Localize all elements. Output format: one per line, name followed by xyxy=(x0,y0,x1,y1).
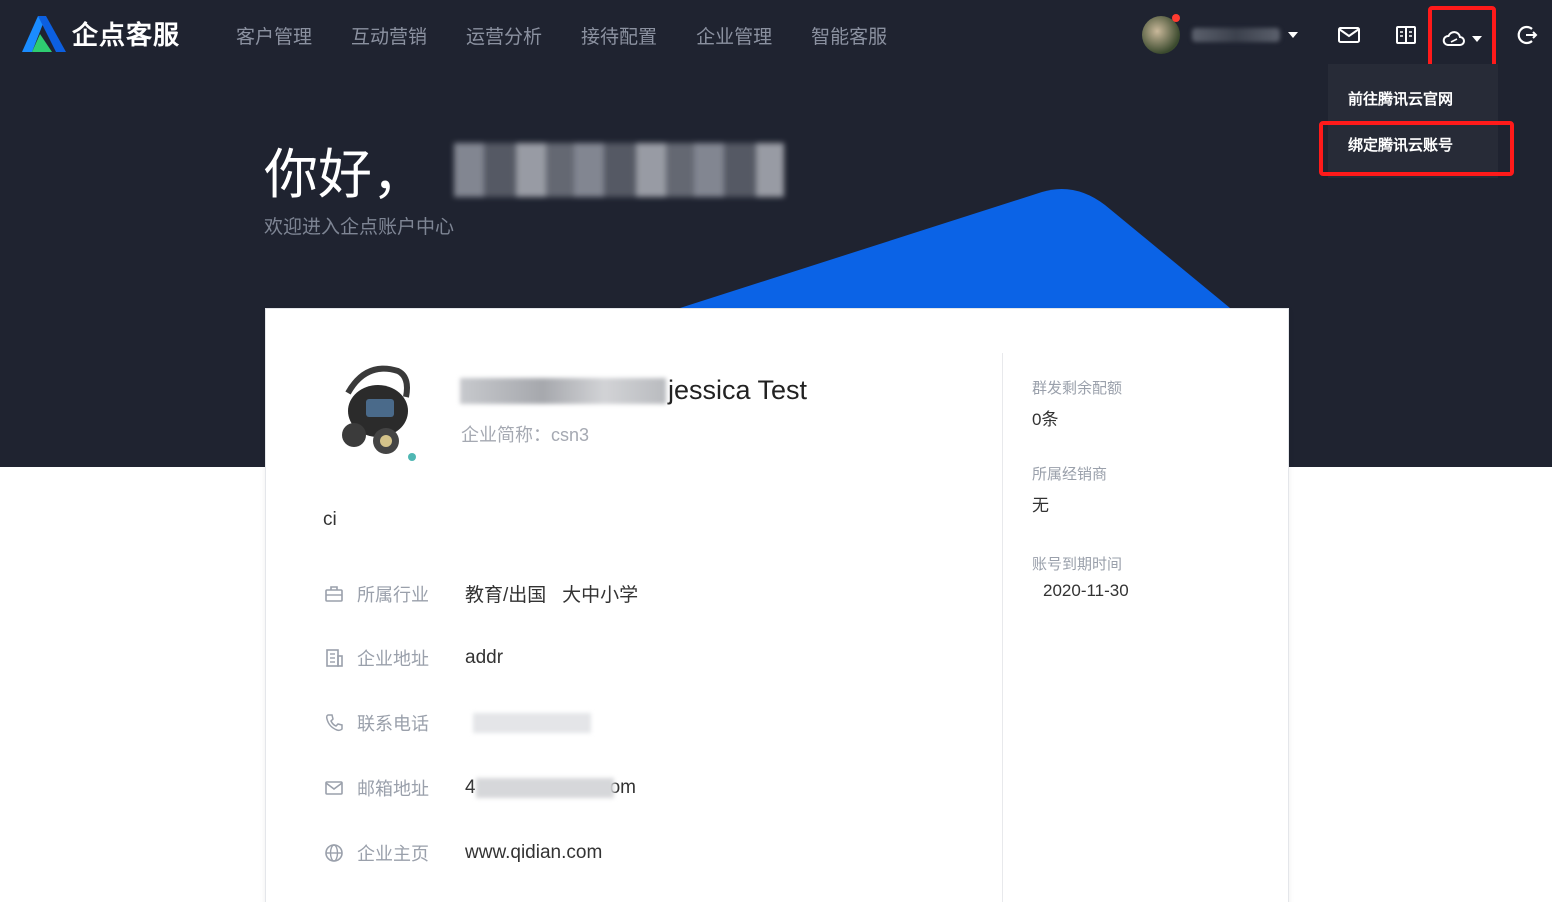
address-label: 企业地址 xyxy=(357,649,429,669)
cloud-icon xyxy=(1442,31,1465,46)
greeting-text: 你好， xyxy=(264,145,426,205)
menu-item-customer[interactable]: 客户管理 xyxy=(236,22,312,49)
cloud-dropdown-menu: 前往腾讯云官网 绑定腾讯云账号 xyxy=(1328,64,1498,178)
phone-label: 联系电话 xyxy=(357,714,429,734)
main-menu: 客户管理 互动营销 运营分析 接待配置 企业管理 智能客服 xyxy=(236,22,887,49)
app-logo[interactable]: 企点客服 xyxy=(22,14,180,52)
logout-button[interactable] xyxy=(1514,22,1540,48)
company-info-card: jessica Test 企业简称：csn3 ci 所属行业 教育/出国 大中小… xyxy=(265,308,1289,902)
quota-label: 群发剩余配额 xyxy=(1032,380,1123,397)
expiry-value: 2020-11-30 xyxy=(1043,581,1129,600)
chevron-down-icon xyxy=(1472,36,1482,42)
company-name-suffix: jessica Test xyxy=(668,375,808,405)
menu-item-ai-service[interactable]: 智能客服 xyxy=(811,22,887,49)
menu-item-analytics[interactable]: 运营分析 xyxy=(466,22,542,49)
company-description: ci xyxy=(323,509,337,530)
expiry-label: 账号到期时间 xyxy=(1032,556,1123,573)
menu-item-enterprise[interactable]: 企业管理 xyxy=(696,22,772,49)
mail-icon xyxy=(323,777,345,799)
tencent-cloud-button[interactable] xyxy=(1428,6,1496,72)
company-name-redacted xyxy=(460,377,666,404)
industry-label: 所属行业 xyxy=(357,584,429,605)
notification-dot xyxy=(1172,14,1180,22)
email-prefix: 4 xyxy=(465,777,476,798)
mail-button[interactable] xyxy=(1336,22,1362,48)
address-row: 企业地址 addr xyxy=(323,645,503,671)
user-menu[interactable] xyxy=(1142,14,1298,54)
phone-value-redacted xyxy=(473,713,591,733)
qidian-logo-icon xyxy=(22,16,66,52)
mail-icon xyxy=(1338,27,1360,43)
company-logo-image xyxy=(342,365,416,461)
user-name-redacted xyxy=(454,142,784,197)
address-value: addr xyxy=(465,647,504,668)
dealer-value: 无 xyxy=(1032,496,1049,515)
email-redacted xyxy=(475,778,614,798)
briefcase-icon xyxy=(323,583,345,605)
phone-row: 联系电话 xyxy=(323,710,591,736)
email-label: 邮箱地址 xyxy=(357,779,429,799)
industry-row: 所属行业 教育/出国 大中小学 xyxy=(323,580,638,607)
welcome-subtitle: 欢迎进入企点账户中心 xyxy=(264,217,455,238)
globe-icon xyxy=(323,842,345,864)
quota-value: 0条 xyxy=(1032,410,1059,429)
industry-value: 教育/出国 大中小学 xyxy=(465,585,639,606)
username-redacted xyxy=(1192,28,1280,42)
greeting-heading: 你好， xyxy=(264,130,784,209)
homepage-link[interactable]: www.qidian.com xyxy=(465,842,602,864)
building-icon xyxy=(323,647,345,669)
homepage-row: 企业主页 www.qidian.com xyxy=(323,840,602,866)
card-divider xyxy=(1002,353,1003,902)
phone-icon xyxy=(323,712,345,734)
email-value: 4 om xyxy=(465,777,636,799)
top-navigation: 企点客服 客户管理 互动营销 运营分析 接待配置 企业管理 智能客服 xyxy=(0,0,1552,72)
chevron-down-icon xyxy=(1288,32,1298,38)
email-row: 邮箱地址 4 om xyxy=(323,775,636,801)
docs-button[interactable] xyxy=(1393,22,1419,48)
company-short-name: 企业简称：csn3 xyxy=(461,425,590,445)
bind-tencent-cloud-link[interactable]: 绑定腾讯云账号 xyxy=(1348,134,1453,155)
company-name: jessica Test xyxy=(460,375,807,406)
menu-item-reception[interactable]: 接待配置 xyxy=(581,22,657,49)
menu-item-marketing[interactable]: 互动营销 xyxy=(351,22,427,49)
homepage-label: 企业主页 xyxy=(357,844,429,864)
book-icon xyxy=(1396,26,1416,44)
logout-icon xyxy=(1517,25,1538,45)
avatar[interactable] xyxy=(1142,14,1180,54)
goto-tencent-cloud-link[interactable]: 前往腾讯云官网 xyxy=(1348,88,1453,109)
dealer-label: 所属经销商 xyxy=(1032,466,1108,483)
app-logo-text: 企点客服 xyxy=(72,19,181,50)
